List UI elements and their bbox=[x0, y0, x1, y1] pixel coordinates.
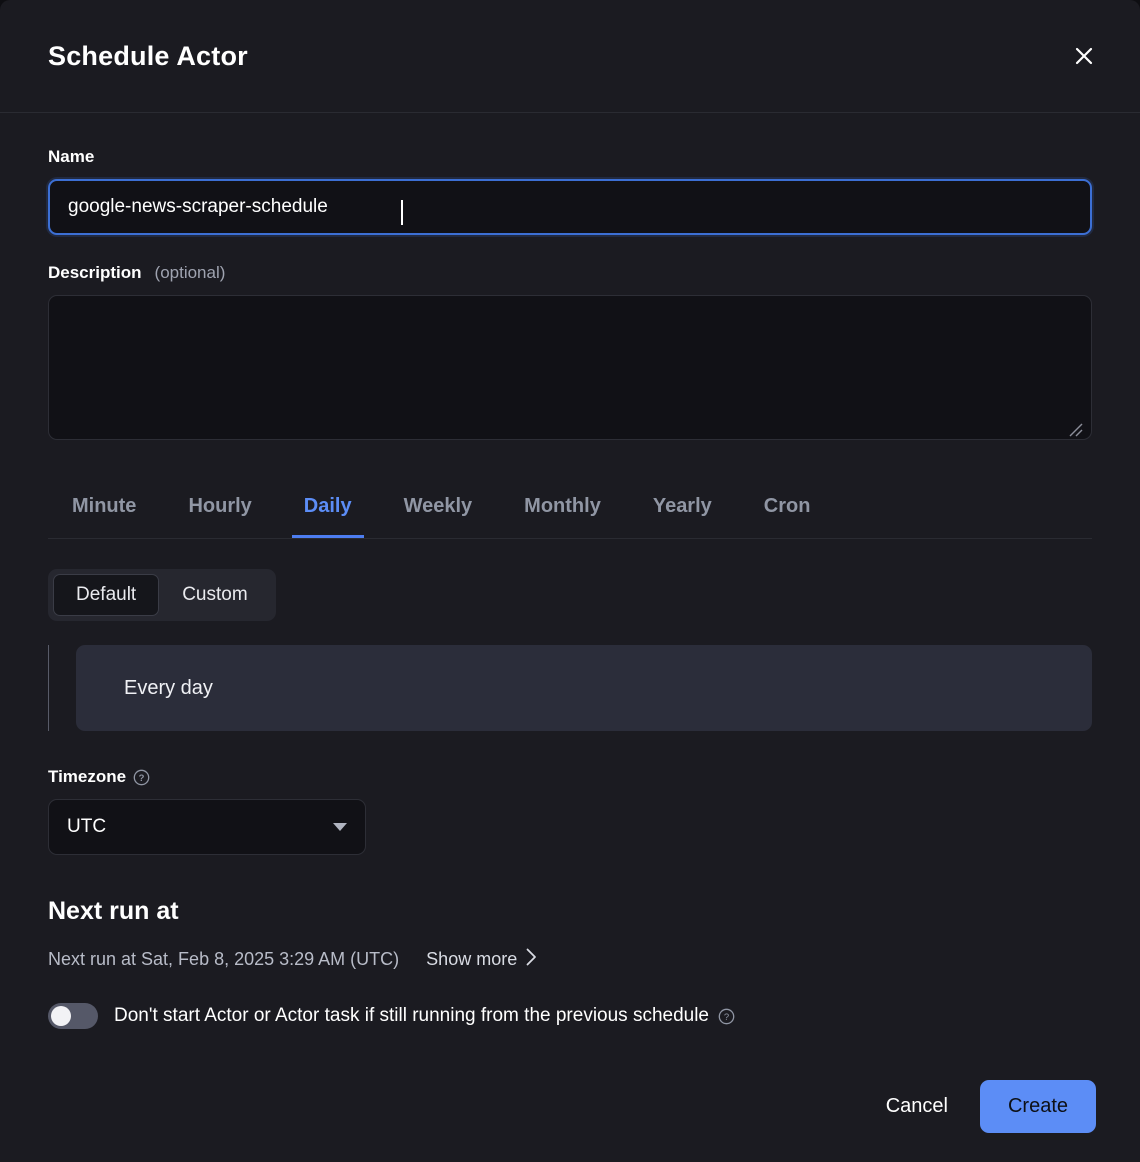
description-textarea[interactable] bbox=[48, 295, 1092, 440]
next-run-text: Next run at Sat, Feb 8, 2025 3:29 AM (UT… bbox=[48, 949, 399, 970]
dialog-footer: Cancel Create bbox=[0, 1050, 1140, 1162]
description-optional-text: (optional) bbox=[155, 263, 226, 283]
name-label-text: Name bbox=[48, 147, 94, 167]
tab-cron[interactable]: Cron bbox=[752, 485, 823, 538]
schedule-rule-row: Every day bbox=[48, 645, 1092, 731]
description-label: Description (optional) bbox=[48, 263, 1092, 283]
next-run-row: Next run at Sat, Feb 8, 2025 3:29 AM (UT… bbox=[48, 948, 1092, 971]
mode-segmented-control: Default Custom bbox=[48, 569, 276, 621]
svg-text:?: ? bbox=[724, 1012, 729, 1023]
overlap-toggle-label: Don't start Actor or Actor task if still… bbox=[114, 1005, 735, 1027]
cancel-button[interactable]: Cancel bbox=[864, 1081, 970, 1132]
schedule-frequency-tabs: Minute Hourly Daily Weekly Monthly Yearl… bbox=[48, 485, 1092, 539]
description-label-text: Description bbox=[48, 263, 142, 283]
name-label: Name bbox=[48, 147, 1092, 167]
show-more-label: Show more bbox=[426, 949, 517, 970]
text-caret bbox=[401, 200, 403, 225]
svg-text:?: ? bbox=[139, 773, 145, 784]
close-icon bbox=[1071, 43, 1097, 69]
tab-weekly[interactable]: Weekly bbox=[392, 485, 485, 538]
dialog-header: Schedule Actor bbox=[0, 0, 1140, 113]
page-title: Schedule Actor bbox=[48, 41, 248, 72]
timezone-label: Timezone ? bbox=[48, 767, 1092, 787]
overlap-toggle-row: Don't start Actor or Actor task if still… bbox=[48, 1003, 1092, 1029]
timezone-select[interactable]: UTC bbox=[48, 799, 366, 855]
segment-custom[interactable]: Custom bbox=[159, 574, 270, 616]
tab-yearly[interactable]: Yearly bbox=[641, 485, 724, 538]
description-wrapper bbox=[48, 295, 1092, 445]
overlap-toggle-switch[interactable] bbox=[48, 1003, 98, 1029]
question-circle-icon[interactable]: ? bbox=[718, 1008, 735, 1025]
rule-panel: Every day bbox=[76, 645, 1092, 731]
timezone-block: Timezone ? UTC bbox=[48, 767, 1092, 855]
segment-default[interactable]: Default bbox=[53, 574, 159, 616]
create-button[interactable]: Create bbox=[980, 1080, 1096, 1133]
show-more-link[interactable]: Show more bbox=[426, 948, 537, 971]
name-input[interactable] bbox=[48, 179, 1092, 235]
tab-minute[interactable]: Minute bbox=[60, 485, 148, 538]
tab-hourly[interactable]: Hourly bbox=[176, 485, 263, 538]
timezone-label-text: Timezone bbox=[48, 767, 126, 787]
dialog-body: Name Description (optional) Minute Hourl… bbox=[0, 113, 1140, 1029]
tab-monthly[interactable]: Monthly bbox=[512, 485, 613, 538]
timezone-selected-value: UTC bbox=[67, 816, 106, 838]
close-button[interactable] bbox=[1062, 34, 1106, 78]
next-run-heading: Next run at bbox=[48, 897, 1092, 926]
overlap-toggle-label-text: Don't start Actor or Actor task if still… bbox=[114, 1005, 709, 1027]
rule-text: Every day bbox=[124, 677, 213, 700]
tab-daily[interactable]: Daily bbox=[292, 485, 364, 538]
chevron-down-icon bbox=[333, 816, 347, 838]
toggle-knob bbox=[51, 1006, 71, 1026]
question-circle-icon[interactable]: ? bbox=[133, 769, 150, 786]
schedule-actor-dialog: Schedule Actor Name Description (optiona… bbox=[0, 0, 1140, 1162]
chevron-right-icon bbox=[526, 948, 537, 971]
rule-indent-rail bbox=[48, 645, 49, 731]
